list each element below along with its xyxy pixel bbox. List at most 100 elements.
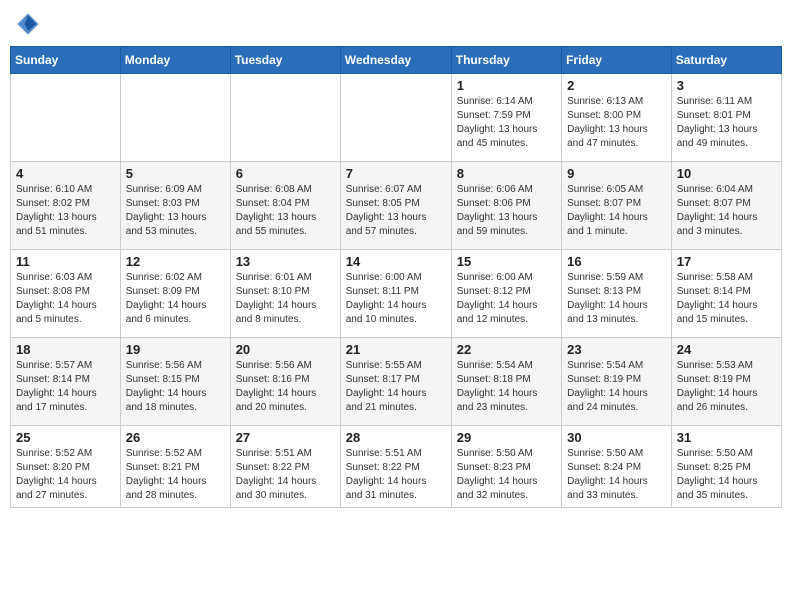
day-info: Sunrise: 5:53 AM Sunset: 8:19 PM Dayligh… (677, 359, 776, 415)
day-info: Sunrise: 5:59 AM Sunset: 8:13 PM Dayligh… (567, 271, 666, 327)
day-number: 4 (16, 166, 115, 181)
logo-icon (14, 10, 42, 38)
calendar-cell: 20Sunrise: 5:56 AM Sunset: 8:16 PM Dayli… (230, 338, 340, 426)
calendar-cell: 18 Sunrise: 5:57 AM Sunset: 8:14 PM Dayli… (11, 338, 121, 426)
calendar-cell: 22 Sunrise: 5:54 AM Sunset: 8:18 PM Dayli… (451, 338, 561, 426)
calendar-cell: 26 Sunrise: 5:52 AM Sunset: 8:21 PM Dayli… (120, 426, 230, 508)
day-info: Sunrise: 6:10 AM Sunset: 8:02 PM Dayligh… (16, 183, 115, 239)
day-number: 7 (346, 166, 446, 181)
calendar-cell: 28 Sunrise: 5:51 AM Sunset: 8:22 PM Dayli… (340, 426, 451, 508)
day-info: Sunrise: 6:00 AM Sunset: 8:11 PM Dayligh… (346, 271, 446, 327)
day-info: Sunrise: 5:51 AM Sunset: 8:22 PM Dayligh… (236, 447, 335, 503)
calendar-header-wednesday: Wednesday (340, 47, 451, 74)
calendar-cell: 19 Sunrise: 5:56 AM Sunset: 8:15 PM Dayli… (120, 338, 230, 426)
calendar-cell: 31 Sunrise: 5:50 AM Sunset: 8:25 PM Dayli… (671, 426, 781, 508)
calendar-cell (340, 74, 451, 162)
calendar-cell (11, 74, 121, 162)
day-info: Sunrise: 6:03 AM Sunset: 8:08 PM Dayligh… (16, 271, 115, 327)
calendar-cell: 21 Sunrise: 5:55 AM Sunset: 8:17 PM Dayli… (340, 338, 451, 426)
day-info: Sunrise: 5:56 AM Sunset: 8:15 PM Dayligh… (126, 359, 225, 415)
day-number: 5 (126, 166, 225, 181)
day-info: Sunrise: 6:00 AM Sunset: 8:12 PM Dayligh… (457, 271, 556, 327)
day-info: Sunrise: 6:02 AM Sunset: 8:09 PM Dayligh… (126, 271, 225, 327)
calendar-header-tuesday: Tuesday (230, 47, 340, 74)
calendar-header-sunday: Sunday (11, 47, 121, 74)
day-info: Sunrise: 6:13 AM Sunset: 8:00 PM Dayligh… (567, 95, 666, 151)
calendar-cell: 7 Sunrise: 6:07 AM Sunset: 8:05 PM Daylig… (340, 162, 451, 250)
day-info: Sunrise: 5:52 AM Sunset: 8:20 PM Dayligh… (16, 447, 115, 503)
calendar-header-saturday: Saturday (671, 47, 781, 74)
day-number: 24 (677, 342, 776, 357)
day-number: 12 (126, 254, 225, 269)
day-number: 25 (16, 430, 115, 445)
day-number: 9 (567, 166, 666, 181)
day-number: 8 (457, 166, 556, 181)
day-info: Sunrise: 5:54 AM Sunset: 8:19 PM Dayligh… (567, 359, 666, 415)
day-info: Sunrise: 5:50 AM Sunset: 8:23 PM Dayligh… (457, 447, 556, 503)
day-number: 17 (677, 254, 776, 269)
calendar-cell: 16 Sunrise: 5:59 AM Sunset: 8:13 PM Dayli… (562, 250, 672, 338)
day-number: 1 (457, 78, 556, 93)
day-number: 22 (457, 342, 556, 357)
day-info: Sunrise: 6:01 AM Sunset: 8:10 PM Dayligh… (236, 271, 335, 327)
day-info: Sunrise: 5:54 AM Sunset: 8:18 PM Dayligh… (457, 359, 556, 415)
calendar-cell: 23 Sunrise: 5:54 AM Sunset: 8:19 PM Dayli… (562, 338, 672, 426)
day-number: 26 (126, 430, 225, 445)
day-info: Sunrise: 5:50 AM Sunset: 8:25 PM Dayligh… (677, 447, 776, 503)
day-info: Sunrise: 5:57 AM Sunset: 8:14 PM Dayligh… (16, 359, 115, 415)
calendar-cell: 3 Sunrise: 6:11 AM Sunset: 8:01 PM Daylig… (671, 74, 781, 162)
calendar-cell: 8 Sunrise: 6:06 AM Sunset: 8:06 PM Daylig… (451, 162, 561, 250)
day-info: Sunrise: 6:09 AM Sunset: 8:03 PM Dayligh… (126, 183, 225, 239)
day-number: 28 (346, 430, 446, 445)
calendar-cell: 12 Sunrise: 6:02 AM Sunset: 8:09 PM Dayli… (120, 250, 230, 338)
day-number: 2 (567, 78, 666, 93)
calendar-cell: 17Sunrise: 5:58 AM Sunset: 8:14 PM Dayli… (671, 250, 781, 338)
day-number: 19 (126, 342, 225, 357)
calendar-cell: 29 Sunrise: 5:50 AM Sunset: 8:23 PM Dayli… (451, 426, 561, 508)
calendar-header-row: SundayMondayTuesdayWednesdayThursdayFrid… (11, 47, 782, 74)
calendar-cell: 4 Sunrise: 6:10 AM Sunset: 8:02 PM Daylig… (11, 162, 121, 250)
day-number: 14 (346, 254, 446, 269)
calendar-table: SundayMondayTuesdayWednesdayThursdayFrid… (10, 46, 782, 508)
day-info: Sunrise: 6:14 AM Sunset: 7:59 PM Dayligh… (457, 95, 556, 151)
calendar-cell: 10Sunrise: 6:04 AM Sunset: 8:07 PM Dayli… (671, 162, 781, 250)
calendar-header-friday: Friday (562, 47, 672, 74)
calendar-cell: 15 Sunrise: 6:00 AM Sunset: 8:12 PM Dayli… (451, 250, 561, 338)
day-info: Sunrise: 6:05 AM Sunset: 8:07 PM Dayligh… (567, 183, 666, 239)
day-number: 30 (567, 430, 666, 445)
day-number: 20 (236, 342, 335, 357)
day-info: Sunrise: 5:52 AM Sunset: 8:21 PM Dayligh… (126, 447, 225, 503)
day-number: 6 (236, 166, 335, 181)
day-info: Sunrise: 5:55 AM Sunset: 8:17 PM Dayligh… (346, 359, 446, 415)
calendar-cell: 14 Sunrise: 6:00 AM Sunset: 8:11 PM Dayli… (340, 250, 451, 338)
calendar-header-monday: Monday (120, 47, 230, 74)
calendar-cell: 24 Sunrise: 5:53 AM Sunset: 8:19 PM Dayli… (671, 338, 781, 426)
calendar-cell: 5 Sunrise: 6:09 AM Sunset: 8:03 PM Daylig… (120, 162, 230, 250)
day-info: Sunrise: 6:11 AM Sunset: 8:01 PM Dayligh… (677, 95, 776, 151)
calendar-cell (120, 74, 230, 162)
day-info: Sunrise: 5:51 AM Sunset: 8:22 PM Dayligh… (346, 447, 446, 503)
day-number: 18 (16, 342, 115, 357)
calendar-cell: 9 Sunrise: 6:05 AM Sunset: 8:07 PM Daylig… (562, 162, 672, 250)
calendar-cell: 2 Sunrise: 6:13 AM Sunset: 8:00 PM Daylig… (562, 74, 672, 162)
day-info: Sunrise: 6:08 AM Sunset: 8:04 PM Dayligh… (236, 183, 335, 239)
day-number: 10 (677, 166, 776, 181)
calendar-cell: 1 Sunrise: 6:14 AM Sunset: 7:59 PM Daylig… (451, 74, 561, 162)
day-number: 21 (346, 342, 446, 357)
day-number: 15 (457, 254, 556, 269)
day-number: 3 (677, 78, 776, 93)
day-number: 31 (677, 430, 776, 445)
page-header (10, 10, 782, 38)
calendar-cell: 30 Sunrise: 5:50 AM Sunset: 8:24 PM Dayli… (562, 426, 672, 508)
day-info: Sunrise: 6:07 AM Sunset: 8:05 PM Dayligh… (346, 183, 446, 239)
day-number: 29 (457, 430, 556, 445)
calendar-cell: 11Sunrise: 6:03 AM Sunset: 8:08 PM Dayli… (11, 250, 121, 338)
day-number: 23 (567, 342, 666, 357)
day-number: 16 (567, 254, 666, 269)
calendar-cell: 27 Sunrise: 5:51 AM Sunset: 8:22 PM Dayli… (230, 426, 340, 508)
day-info: Sunrise: 5:50 AM Sunset: 8:24 PM Dayligh… (567, 447, 666, 503)
day-info: Sunrise: 6:06 AM Sunset: 8:06 PM Dayligh… (457, 183, 556, 239)
calendar-cell: 25 Sunrise: 5:52 AM Sunset: 8:20 PM Dayli… (11, 426, 121, 508)
logo (14, 10, 46, 38)
day-number: 27 (236, 430, 335, 445)
